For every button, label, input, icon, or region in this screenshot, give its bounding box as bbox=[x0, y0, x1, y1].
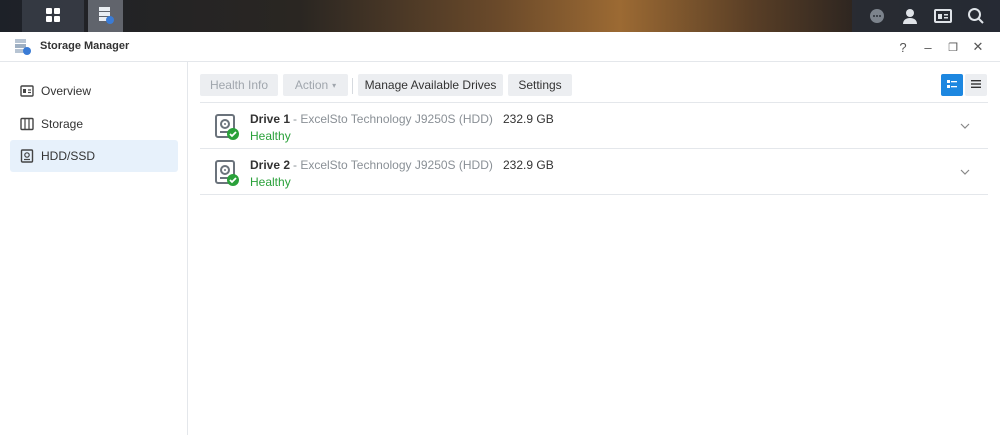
overview-icon bbox=[20, 84, 34, 98]
drive-capacity: 232.9 GB bbox=[503, 158, 554, 172]
main-menu-button[interactable] bbox=[22, 0, 84, 32]
list-view-button[interactable] bbox=[965, 74, 987, 96]
health-info-button[interactable]: Health Info bbox=[200, 74, 278, 96]
toolbar-divider bbox=[352, 78, 353, 94]
taskbar bbox=[0, 0, 1000, 32]
manage-available-drives-button[interactable]: Manage Available Drives bbox=[358, 74, 503, 96]
storage-manager-icon bbox=[14, 38, 32, 56]
action-label: Action bbox=[294, 78, 329, 92]
close-button[interactable]: ✕ bbox=[968, 37, 988, 57]
detail-view-button[interactable] bbox=[941, 74, 963, 96]
chevron-down-icon[interactable] bbox=[958, 119, 972, 133]
drive-name: Drive 1 bbox=[250, 112, 291, 126]
hdd-healthy-icon bbox=[214, 159, 240, 187]
drive-model: - ExcelSto Technology J9250S (HDD) bbox=[293, 158, 493, 172]
window-titlebar[interactable]: Storage Manager ? – ❐ ✕ bbox=[0, 32, 1000, 62]
detail-list-icon bbox=[946, 78, 958, 93]
help-button[interactable]: ? bbox=[893, 37, 913, 57]
restore-button[interactable]: ❐ bbox=[943, 37, 963, 57]
drive-name: Drive 2 bbox=[250, 158, 291, 172]
list-icon bbox=[970, 78, 982, 93]
taskbar-tray bbox=[852, 0, 1000, 32]
chevron-down-icon[interactable] bbox=[958, 165, 972, 179]
user-icon[interactable] bbox=[893, 0, 926, 32]
taskbar-storage-manager[interactable] bbox=[88, 0, 123, 32]
chevron-down-icon: ▾ bbox=[332, 80, 337, 90]
sidebar-item-label: Storage bbox=[41, 117, 84, 131]
drive-row[interactable]: Drive 1 - ExcelSto Technology J9250S (HD… bbox=[200, 103, 988, 149]
drive-status: Healthy bbox=[250, 129, 291, 143]
storage-manager-icon bbox=[97, 5, 115, 28]
hdd-icon bbox=[20, 149, 34, 163]
sidebar-item-label: Overview bbox=[41, 84, 92, 98]
drive-status: Healthy bbox=[250, 175, 291, 189]
grid-icon bbox=[45, 7, 61, 26]
search-icon[interactable] bbox=[959, 0, 992, 32]
sidebar-item-hdd-ssd[interactable]: HDD/SSD bbox=[10, 140, 178, 172]
storage-icon bbox=[20, 117, 34, 131]
action-dropdown[interactable]: Action ▾ bbox=[283, 74, 348, 96]
settings-button[interactable]: Settings bbox=[508, 74, 572, 96]
chat-icon[interactable] bbox=[860, 0, 893, 32]
minimize-button[interactable]: – bbox=[918, 37, 938, 57]
sidebar-item-overview[interactable]: Overview bbox=[10, 75, 178, 107]
widgets-icon[interactable] bbox=[926, 0, 959, 32]
sidebar-item-storage[interactable]: Storage bbox=[10, 108, 178, 140]
drive-row[interactable]: Drive 2 - ExcelSto Technology J9250S (HD… bbox=[200, 149, 988, 195]
window-title: Storage Manager bbox=[40, 40, 130, 52]
drive-capacity: 232.9 GB bbox=[503, 112, 554, 126]
drive-model: - ExcelSto Technology J9250S (HDD) bbox=[293, 112, 493, 126]
sidebar: Overview Storage HDD/SSD bbox=[0, 62, 188, 435]
hdd-healthy-icon bbox=[214, 113, 240, 141]
sidebar-item-label: HDD/SSD bbox=[41, 149, 96, 163]
